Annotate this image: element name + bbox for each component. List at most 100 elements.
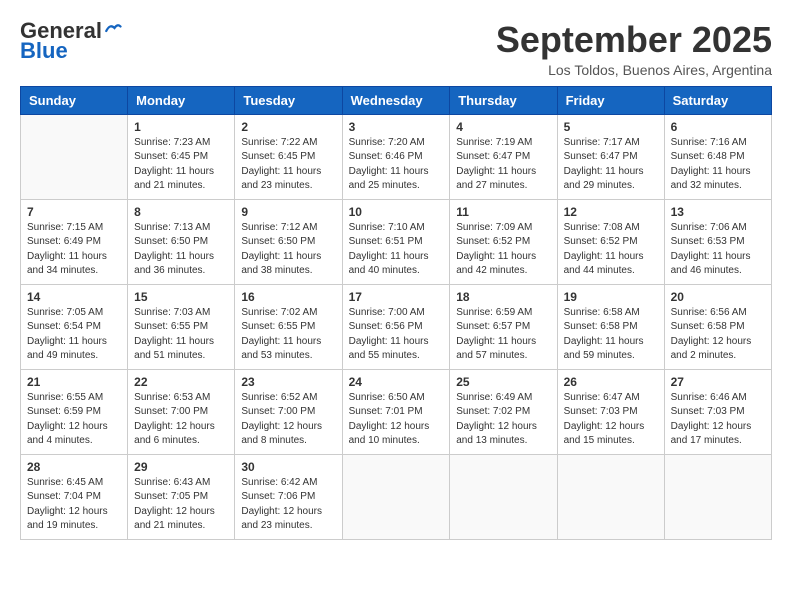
day-number: 4: [456, 120, 550, 134]
day-info: Sunrise: 7:03 AMSunset: 6:55 PMDaylight:…: [134, 306, 228, 364]
calendar-cell-w3-d6: 19 Sunrise: 6:58 AMSunset: 6:58 PMDayligh…: [557, 284, 664, 369]
day-info: Sunrise: 6:52 AMSunset: 7:00 PMDaylight:…: [241, 391, 335, 449]
day-info: Sunrise: 6:43 AMSunset: 7:05 PMDaylight:…: [134, 476, 228, 534]
day-info: Sunrise: 7:19 AMSunset: 6:47 PMDaylight:…: [456, 136, 550, 194]
day-info: Sunrise: 6:58 AMSunset: 6:58 PMDaylight:…: [564, 306, 658, 364]
day-number: 17: [349, 290, 444, 304]
calendar-cell-w4-d4: 24 Sunrise: 6:50 AMSunset: 7:01 PMDayligh…: [342, 369, 450, 454]
calendar-cell-w3-d2: 15 Sunrise: 7:03 AMSunset: 6:55 PMDayligh…: [128, 284, 235, 369]
day-info: Sunrise: 7:20 AMSunset: 6:46 PMDaylight:…: [349, 136, 444, 194]
location-subtitle: Los Toldos, Buenos Aires, Argentina: [496, 62, 772, 78]
calendar-cell-w1-d7: 6 Sunrise: 7:16 AMSunset: 6:48 PMDaylight…: [664, 114, 771, 199]
calendar-cell-w5-d7: [664, 454, 771, 539]
day-number: 6: [671, 120, 765, 134]
calendar-cell-w2-d5: 11 Sunrise: 7:09 AMSunset: 6:52 PMDayligh…: [450, 199, 557, 284]
calendar-table: Sunday Monday Tuesday Wednesday Thursday…: [20, 86, 772, 540]
calendar-cell-w1-d6: 5 Sunrise: 7:17 AMSunset: 6:47 PMDaylight…: [557, 114, 664, 199]
day-info: Sunrise: 7:08 AMSunset: 6:52 PMDaylight:…: [564, 221, 658, 279]
day-info: Sunrise: 6:59 AMSunset: 6:57 PMDaylight:…: [456, 306, 550, 364]
day-number: 9: [241, 205, 335, 219]
calendar-cell-w2-d4: 10 Sunrise: 7:10 AMSunset: 6:51 PMDayligh…: [342, 199, 450, 284]
calendar-cell-w5-d5: [450, 454, 557, 539]
calendar-cell-w3-d4: 17 Sunrise: 7:00 AMSunset: 6:56 PMDayligh…: [342, 284, 450, 369]
title-section: September 2025 Los Toldos, Buenos Aires,…: [496, 20, 772, 78]
calendar-cell-w1-d2: 1Sunrise: 7:23 AMSunset: 6:45 PMDaylight…: [128, 114, 235, 199]
day-info: Sunrise: 7:15 AMSunset: 6:49 PMDaylight:…: [27, 221, 121, 279]
calendar-cell-w2-d7: 13 Sunrise: 7:06 AMSunset: 6:53 PMDayligh…: [664, 199, 771, 284]
calendar-cell-w5-d1: 28Sunrise: 6:45 AMSunset: 7:04 PMDayligh…: [21, 454, 128, 539]
day-number: 3: [349, 120, 444, 134]
day-number: 5: [564, 120, 658, 134]
col-wednesday: Wednesday: [342, 86, 450, 114]
calendar-cell-w4-d2: 22Sunrise: 6:53 AMSunset: 7:00 PMDayligh…: [128, 369, 235, 454]
day-number: 26: [564, 375, 658, 389]
day-number: 19: [564, 290, 658, 304]
calendar-cell-w4-d1: 21 Sunrise: 6:55 AMSunset: 6:59 PMDayligh…: [21, 369, 128, 454]
col-sunday: Sunday: [21, 86, 128, 114]
calendar-cell-w5-d6: [557, 454, 664, 539]
day-info: Sunrise: 6:49 AMSunset: 7:02 PMDaylight:…: [456, 391, 550, 449]
day-info: Sunrise: 6:55 AMSunset: 6:59 PMDaylight:…: [27, 391, 121, 449]
week-row-4: 21 Sunrise: 6:55 AMSunset: 6:59 PMDayligh…: [21, 369, 772, 454]
day-number: 13: [671, 205, 765, 219]
calendar-cell-w2-d6: 12Sunrise: 7:08 AMSunset: 6:52 PMDayligh…: [557, 199, 664, 284]
day-number: 16: [241, 290, 335, 304]
calendar-cell-w5-d3: 30Sunrise: 6:42 AMSunset: 7:06 PMDayligh…: [235, 454, 342, 539]
day-number: 14: [27, 290, 121, 304]
day-number: 30: [241, 460, 335, 474]
day-number: 20: [671, 290, 765, 304]
day-number: 24: [349, 375, 444, 389]
day-number: 8: [134, 205, 228, 219]
day-number: 15: [134, 290, 228, 304]
calendar-cell-w3-d3: 16 Sunrise: 7:02 AMSunset: 6:55 PMDayligh…: [235, 284, 342, 369]
calendar-cell-w3-d7: 20 Sunrise: 6:56 AMSunset: 6:58 PMDayligh…: [664, 284, 771, 369]
calendar-cell-w2-d1: 7 Sunrise: 7:15 AMSunset: 6:49 PMDaylight…: [21, 199, 128, 284]
day-info: Sunrise: 7:09 AMSunset: 6:52 PMDaylight:…: [456, 221, 550, 279]
page-header: General Blue September 2025 Los Toldos, …: [20, 20, 772, 78]
day-info: Sunrise: 7:16 AMSunset: 6:48 PMDaylight:…: [671, 136, 765, 194]
day-info: Sunrise: 6:53 AMSunset: 7:00 PMDaylight:…: [134, 391, 228, 449]
month-title: September 2025: [496, 20, 772, 60]
calendar-header-row: Sunday Monday Tuesday Wednesday Thursday…: [21, 86, 772, 114]
col-thursday: Thursday: [450, 86, 557, 114]
day-number: 21: [27, 375, 121, 389]
calendar-cell-w4-d7: 27Sunrise: 6:46 AMSunset: 7:03 PMDayligh…: [664, 369, 771, 454]
day-number: 11: [456, 205, 550, 219]
day-info: Sunrise: 6:45 AMSunset: 7:04 PMDaylight:…: [27, 476, 121, 534]
day-number: 29: [134, 460, 228, 474]
calendar-cell-w5-d4: [342, 454, 450, 539]
day-info: Sunrise: 6:50 AMSunset: 7:01 PMDaylight:…: [349, 391, 444, 449]
day-number: 1: [134, 120, 228, 134]
day-number: 23: [241, 375, 335, 389]
day-number: 7: [27, 205, 121, 219]
day-info: Sunrise: 7:10 AMSunset: 6:51 PMDaylight:…: [349, 221, 444, 279]
week-row-5: 28Sunrise: 6:45 AMSunset: 7:04 PMDayligh…: [21, 454, 772, 539]
day-info: Sunrise: 6:46 AMSunset: 7:03 PMDaylight:…: [671, 391, 765, 449]
calendar-cell-w1-d1: [21, 114, 128, 199]
day-info: Sunrise: 6:56 AMSunset: 6:58 PMDaylight:…: [671, 306, 765, 364]
day-number: 18: [456, 290, 550, 304]
day-info: Sunrise: 7:00 AMSunset: 6:56 PMDaylight:…: [349, 306, 444, 364]
calendar-cell-w2-d2: 8 Sunrise: 7:13 AMSunset: 6:50 PMDaylight…: [128, 199, 235, 284]
col-friday: Friday: [557, 86, 664, 114]
day-info: Sunrise: 7:05 AMSunset: 6:54 PMDaylight:…: [27, 306, 121, 364]
day-info: Sunrise: 7:22 AMSunset: 6:45 PMDaylight:…: [241, 136, 335, 194]
calendar-cell-w1-d5: 4 Sunrise: 7:19 AMSunset: 6:47 PMDaylight…: [450, 114, 557, 199]
calendar-cell-w1-d3: 2Sunrise: 7:22 AMSunset: 6:45 PMDaylight…: [235, 114, 342, 199]
logo-blue-text: Blue: [20, 38, 68, 63]
day-info: Sunrise: 7:12 AMSunset: 6:50 PMDaylight:…: [241, 221, 335, 279]
calendar-cell-w1-d4: 3 Sunrise: 7:20 AMSunset: 6:46 PMDaylight…: [342, 114, 450, 199]
day-info: Sunrise: 7:02 AMSunset: 6:55 PMDaylight:…: [241, 306, 335, 364]
day-number: 25: [456, 375, 550, 389]
calendar-cell-w3-d1: 14 Sunrise: 7:05 AMSunset: 6:54 PMDayligh…: [21, 284, 128, 369]
week-row-1: 1Sunrise: 7:23 AMSunset: 6:45 PMDaylight…: [21, 114, 772, 199]
logo: General Blue: [20, 20, 122, 64]
calendar-cell-w4-d6: 26 Sunrise: 6:47 AMSunset: 7:03 PMDayligh…: [557, 369, 664, 454]
calendar-cell-w2-d3: 9 Sunrise: 7:12 AMSunset: 6:50 PMDaylight…: [235, 199, 342, 284]
day-info: Sunrise: 7:13 AMSunset: 6:50 PMDaylight:…: [134, 221, 228, 279]
day-info: Sunrise: 7:06 AMSunset: 6:53 PMDaylight:…: [671, 221, 765, 279]
day-number: 10: [349, 205, 444, 219]
day-info: Sunrise: 6:47 AMSunset: 7:03 PMDaylight:…: [564, 391, 658, 449]
calendar-cell-w4-d3: 23 Sunrise: 6:52 AMSunset: 7:00 PMDayligh…: [235, 369, 342, 454]
day-info: Sunrise: 7:17 AMSunset: 6:47 PMDaylight:…: [564, 136, 658, 194]
